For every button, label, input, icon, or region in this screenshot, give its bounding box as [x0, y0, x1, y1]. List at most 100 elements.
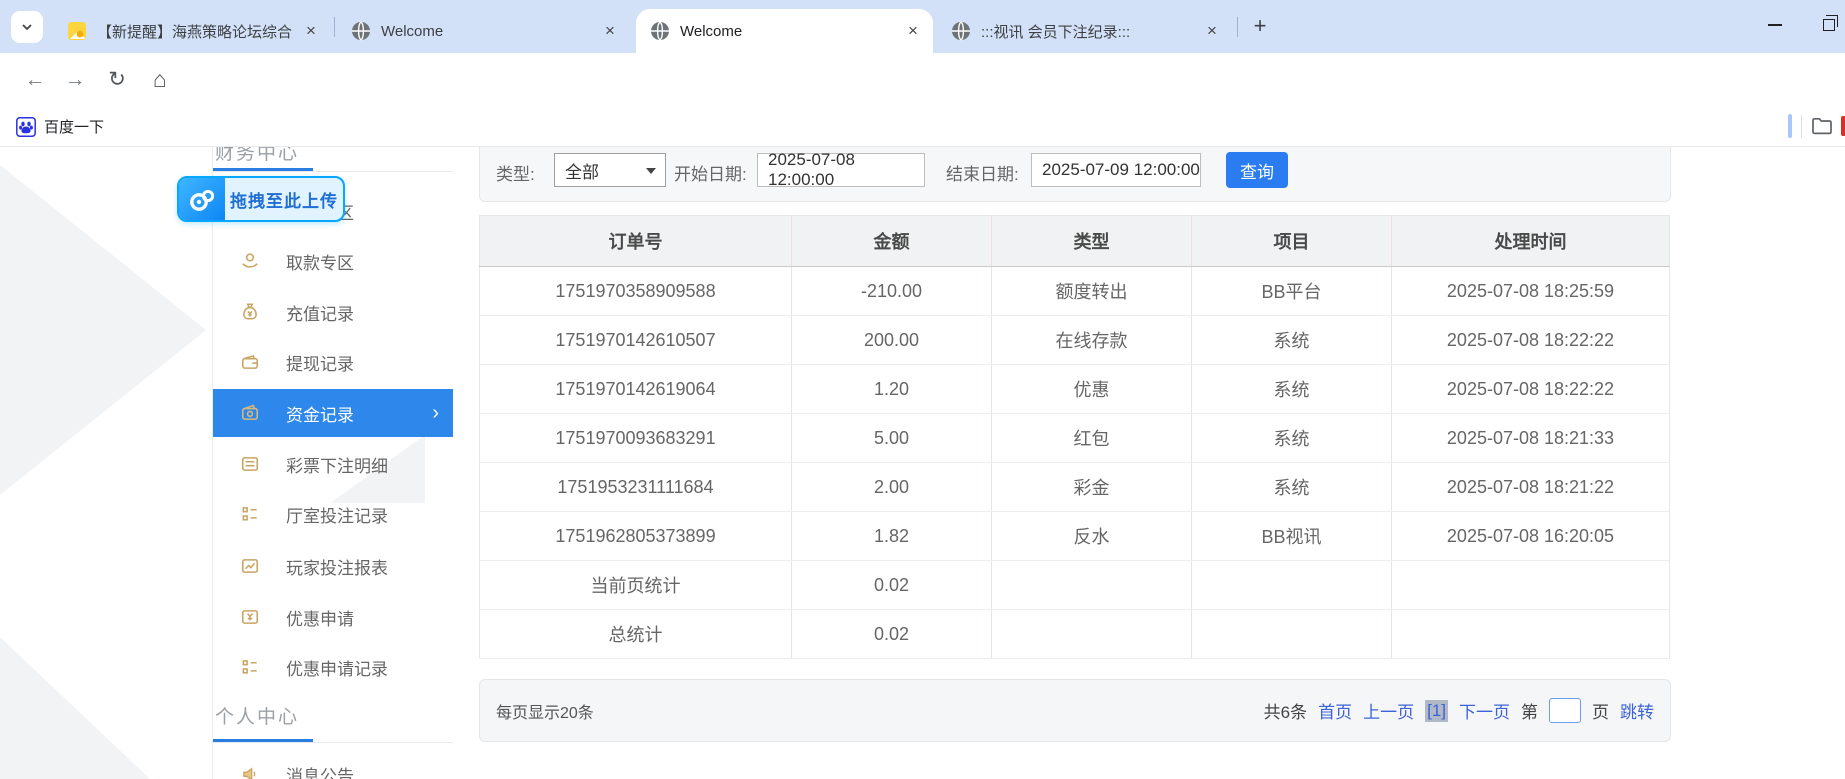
- start-date-label: 开始日期:: [674, 160, 747, 185]
- sidebar-item-label: 资金记录: [286, 401, 354, 426]
- sidebar-item-promo-apply-record[interactable]: 优惠申请记录: [213, 643, 453, 691]
- tab-video-records[interactable]: :::视讯 会员下注纪录::: ×: [937, 9, 1232, 53]
- cell-time: 2025-07-08 18:21:22: [1392, 463, 1670, 512]
- cell-order: 1751970142619064: [480, 365, 792, 414]
- query-button[interactable]: 查询: [1226, 152, 1288, 188]
- cell-empty: [992, 610, 1192, 659]
- cell-time: 2025-07-08 18:25:59: [1392, 267, 1670, 316]
- hall-bet-record-icon: [240, 504, 260, 524]
- pagination-controls: 共6条 首页 上一页 [1] 下一页 第 页 跳转: [1264, 698, 1654, 723]
- cell-empty: [1192, 561, 1392, 610]
- sidebar-item-label: 厅室投注记录: [286, 502, 388, 527]
- other-bookmarks-folder-icon[interactable]: [1810, 114, 1834, 138]
- sidebar-item-label: 充值记录: [286, 300, 354, 325]
- promo-record-icon: [240, 657, 260, 677]
- col-header-time: 处理时间: [1392, 216, 1670, 267]
- announcement-icon: [240, 764, 260, 779]
- jump-link[interactable]: 跳转: [1620, 698, 1654, 723]
- page-number-input[interactable]: [1549, 698, 1581, 723]
- cell-project: 系统: [1192, 365, 1392, 414]
- sidebar-section-finance: 财务中心: [215, 147, 299, 165]
- cell-empty: [1192, 610, 1392, 659]
- cell-project: BB视讯: [1192, 512, 1392, 561]
- end-date-label: 结束日期:: [946, 160, 1019, 185]
- start-date-input[interactable]: 2025-07-08 12:00:00: [757, 153, 925, 187]
- summary-amount: 0.02: [792, 561, 992, 610]
- cell-type: 优惠: [992, 365, 1192, 414]
- summary-row-total: 总统计 0.02: [480, 610, 1670, 659]
- upload-dropzone[interactable]: 拖拽至此上传: [177, 176, 345, 222]
- promo-ticket-icon: [240, 607, 260, 627]
- table-row: 1751970093683291 5.00 红包 系统 2025-07-08 1…: [480, 414, 1670, 463]
- chevron-down-icon: [646, 168, 656, 174]
- maximize-button[interactable]: [1806, 0, 1845, 50]
- end-date-input[interactable]: 2025-07-09 12:00:00: [1031, 153, 1201, 187]
- withdraw-icon: [240, 251, 260, 271]
- type-select[interactable]: 全部: [554, 153, 666, 187]
- sidebar-item-player-bet-report[interactable]: 玩家投注报表: [213, 542, 453, 590]
- first-page-link[interactable]: 首页: [1318, 698, 1352, 723]
- upload-dropzone-label: 拖拽至此上传: [225, 178, 343, 220]
- sidebar-item-promo-apply[interactable]: 优惠申请: [213, 593, 453, 641]
- sidebar-item-hall-bet-record[interactable]: 厅室投注记录: [213, 490, 453, 538]
- back-button[interactable]: ←: [15, 53, 55, 106]
- end-date-value: 2025-07-09 12:00:00: [1042, 160, 1200, 180]
- col-header-order: 订单号: [480, 216, 792, 267]
- sidebar-item-label: 取款专区: [286, 249, 354, 274]
- tab-title: Welcome: [680, 23, 895, 40]
- sidebar-item-lottery-bet-detail[interactable]: 彩票下注明细: [213, 440, 453, 488]
- decorative-triangle: [0, 165, 206, 495]
- bookmark-edge-fragment: [1788, 114, 1792, 138]
- sidebar-item-funds-record[interactable]: 资金记录 ›: [213, 389, 453, 437]
- sidebar-item-recharge-record[interactable]: 充值记录: [213, 288, 453, 336]
- summary-label: 总统计: [480, 610, 792, 659]
- tab-welcome-2-active[interactable]: Welcome ×: [636, 9, 933, 53]
- tab-forum[interactable]: 【新提醒】海燕策略论坛综合交 ×: [53, 9, 331, 53]
- new-tab-button[interactable]: +: [1246, 13, 1274, 41]
- globe-favicon-icon: [351, 21, 371, 41]
- minimize-button[interactable]: [1752, 0, 1798, 50]
- cell-empty: [1392, 610, 1670, 659]
- table-row: 1751970142610507 200.00 在线存款 系统 2025-07-…: [480, 316, 1670, 365]
- next-page-link[interactable]: 下一页: [1459, 698, 1510, 723]
- prev-page-link[interactable]: 上一页: [1363, 698, 1414, 723]
- current-page-indicator: [1]: [1425, 700, 1448, 722]
- sidebar-item-withdrawal-record[interactable]: 提现记录: [213, 338, 453, 386]
- cell-empty: [992, 561, 1192, 610]
- tab-title: :::视讯 会员下注纪录:::: [981, 21, 1194, 42]
- sidebar-item-label: 彩票下注明细: [286, 452, 388, 477]
- table-row: 1751962805373899 1.82 反水 BB视讯 2025-07-08…: [480, 512, 1670, 561]
- tab-title: Welcome: [381, 23, 592, 40]
- bookmarks-divider: [1801, 115, 1802, 138]
- tab-divider: [1237, 17, 1238, 37]
- cell-order: 1751970142610507: [480, 316, 792, 365]
- tab-close-icon[interactable]: ×: [1200, 19, 1224, 43]
- tab-welcome-1[interactable]: Welcome ×: [337, 9, 630, 53]
- col-header-type: 类型: [992, 216, 1192, 267]
- forward-button[interactable]: →: [55, 53, 95, 106]
- reload-button[interactable]: ↻: [97, 53, 137, 106]
- home-button[interactable]: ⌂: [140, 53, 180, 106]
- bookmarks-bar: 百度一下: [0, 106, 1845, 147]
- cell-type: 在线存款: [992, 316, 1192, 365]
- minimize-icon: [1768, 24, 1782, 26]
- globe-favicon-icon: [650, 21, 670, 41]
- tab-close-icon[interactable]: ×: [901, 19, 925, 43]
- page-size-text: 每页显示20条: [496, 699, 594, 723]
- wallet-icon: [240, 352, 260, 372]
- sidebar-item-messages[interactable]: 消息公告: [213, 750, 453, 779]
- filter-bar: 类型: 全部 开始日期: 2025-07-08 12:00:00 结束日期: 2…: [479, 147, 1671, 202]
- table-row: 1751970358909588 -210.00 额度转出 BB平台 2025-…: [480, 267, 1670, 316]
- chevron-right-icon: ›: [432, 403, 439, 423]
- tab-search-button[interactable]: [11, 11, 43, 43]
- browser-toolbar: ← → ↻ ⌂ js13.cc/hhcp/usercenter.html?ini…: [0, 53, 1845, 106]
- bookmark-baidu[interactable]: 百度一下: [10, 112, 104, 141]
- cell-project: 系统: [1192, 463, 1392, 512]
- sidebar-item-label: 优惠申请记录: [286, 655, 388, 680]
- tab-close-icon[interactable]: ×: [299, 19, 323, 43]
- report-chart-icon: [240, 556, 260, 576]
- cell-type: 彩金: [992, 463, 1192, 512]
- sidebar-item-withdraw[interactable]: 取款专区: [213, 237, 453, 285]
- tab-title: 【新提醒】海燕策略论坛综合交: [97, 21, 293, 42]
- tab-close-icon[interactable]: ×: [598, 19, 622, 43]
